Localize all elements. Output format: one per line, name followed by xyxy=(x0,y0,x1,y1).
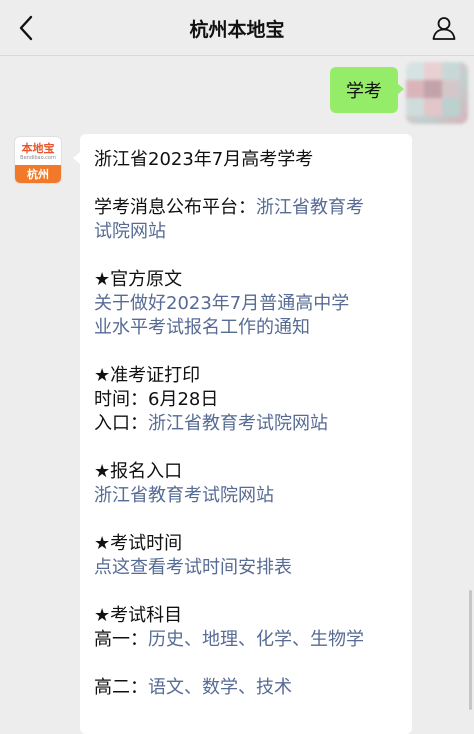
grade2-label: 高二： xyxy=(94,677,148,698)
signup-link[interactable]: 浙江省教育考试院网站 xyxy=(94,485,274,506)
grade1-subjects-link[interactable]: 历史、地理、化学、生物学 xyxy=(148,629,364,650)
platform-link-continued[interactable]: 试院网站 xyxy=(94,221,166,242)
bot-avatar[interactable]: 本地宝 Bendibao.com 杭州 xyxy=(14,136,62,184)
outgoing-message[interactable]: 学考 xyxy=(330,67,404,113)
logo-city: 杭州 xyxy=(15,165,61,183)
official-notice-link-continued[interactable]: 业水平考试报名工作的通知 xyxy=(94,317,310,338)
logo-text: 本地宝 xyxy=(21,142,55,155)
official-section: ★官方原文 关于做好2023年7月普通高中学 业水平考试报名工作的通知 xyxy=(94,268,398,340)
profile-button[interactable] xyxy=(428,12,460,44)
avatar-blur-block xyxy=(442,98,460,116)
avatar-blur-block xyxy=(442,62,460,80)
chat-title: 杭州本地宝 xyxy=(189,18,285,41)
avatar-blur-block xyxy=(424,62,442,80)
ticket-entry-label: 入口： xyxy=(94,413,148,434)
incoming-message: 浙江省2023年7月高考学考 学考消息公布平台：浙江省教育考 试院网站 ★官方原… xyxy=(73,134,412,734)
grade2-row: 高二：语文、数学、技术 xyxy=(94,676,398,700)
avatar-blur-block xyxy=(406,62,424,80)
avatar-blur-block xyxy=(442,80,460,98)
platform-section: 学考消息公布平台：浙江省教育考 试院网站 xyxy=(94,196,398,244)
grade2-subjects-link[interactable]: 语文、数学、技术 xyxy=(148,677,292,698)
signup-heading: ★报名入口 xyxy=(94,461,183,482)
avatar-blur-block xyxy=(424,80,442,98)
subjects-section: ★考试科目 高一：历史、地理、化学、生物学 xyxy=(94,604,398,652)
ticket-heading: ★准考证打印 xyxy=(94,365,201,386)
grade1-label: 高一： xyxy=(94,629,148,650)
scrollbar-thumb[interactable] xyxy=(469,590,472,710)
ticket-section: ★准考证打印 时间：6月28日 入口：浙江省教育考试院网站 xyxy=(94,364,398,436)
subjects-heading: ★考试科目 xyxy=(94,605,183,626)
exam-time-section: ★考试时间 点这查看考试时间安排表 xyxy=(94,532,398,580)
person-icon xyxy=(432,17,456,40)
navigation-bar: 杭州本地宝 xyxy=(0,0,474,56)
ticket-time: 时间：6月28日 xyxy=(94,389,219,410)
avatar-blur-block xyxy=(406,98,424,116)
outgoing-message-text: 学考 xyxy=(346,81,382,102)
official-notice-link[interactable]: 关于做好2023年7月普通高中学 xyxy=(94,293,349,314)
ticket-entry-link[interactable]: 浙江省教育考试院网站 xyxy=(148,413,328,434)
platform-label: 学考消息公布平台： xyxy=(94,197,256,218)
avatar-blur-block xyxy=(406,80,424,98)
official-heading: ★官方原文 xyxy=(94,269,183,290)
avatar-blur-block xyxy=(424,98,442,116)
signup-section: ★报名入口 浙江省教育考试院网站 xyxy=(94,460,398,508)
message-title: 浙江省2023年7月高考学考 xyxy=(94,149,314,170)
exam-time-link[interactable]: 点这查看考试时间安排表 xyxy=(94,557,292,578)
exam-time-heading: ★考试时间 xyxy=(94,533,183,554)
user-avatar[interactable] xyxy=(406,62,468,124)
logo-subtext: Bendibao.com xyxy=(20,155,56,161)
platform-link[interactable]: 浙江省教育考 xyxy=(256,197,364,218)
bendibao-logo: 本地宝 Bendibao.com xyxy=(15,137,61,167)
